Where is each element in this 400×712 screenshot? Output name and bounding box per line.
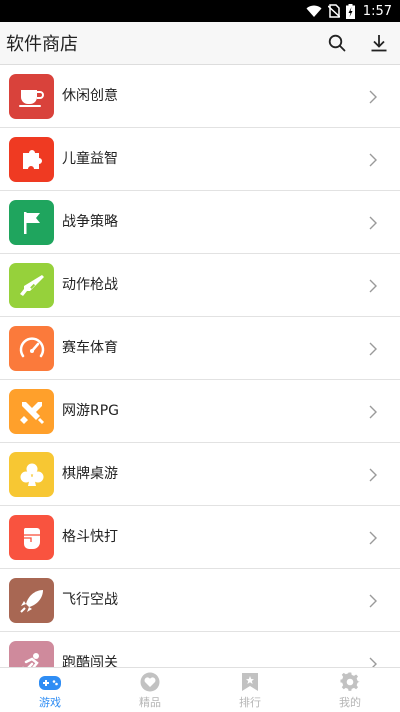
tab-label: 游戏 — [39, 696, 61, 709]
status-time: 1:57 — [362, 3, 392, 19]
category-label: 跑酷闯关 — [62, 655, 118, 667]
category-icon — [9, 137, 54, 182]
status-bar: 1:57 — [0, 0, 400, 22]
chevron-right-icon — [369, 657, 377, 667]
search-icon — [328, 34, 346, 52]
coffee-cup-icon — [18, 89, 44, 107]
chevron-right-icon — [369, 468, 377, 482]
tab-label: 精品 — [139, 696, 161, 709]
category-icon — [9, 326, 54, 371]
club-icon — [20, 463, 43, 486]
category-label: 战争策略 — [62, 214, 118, 230]
category-item-parkour[interactable]: 跑酷闯关 — [0, 632, 400, 667]
chevron-right-icon — [369, 153, 377, 167]
search-button[interactable] — [316, 22, 358, 65]
category-item-rpg[interactable]: 网游RPG — [0, 380, 400, 443]
category-item-fighting[interactable]: 格斗快打 — [0, 506, 400, 569]
category-icon — [9, 578, 54, 623]
category-label: 儿童益智 — [62, 151, 118, 167]
category-label: 赛车体育 — [62, 340, 118, 356]
ranking-bookmark-icon — [242, 673, 258, 691]
chevron-right-icon — [369, 342, 377, 356]
category-item-flight[interactable]: 飞行空战 — [0, 569, 400, 632]
category-list: 休闲创意 儿童益智 战争策略 动作枪战 赛车体育 网游RPG 棋牌桌游 格斗快打… — [0, 65, 400, 667]
rocket-icon — [19, 589, 43, 613]
category-icon — [9, 641, 54, 667]
no-sim-icon — [327, 4, 340, 18]
category-item-strategy[interactable]: 战争策略 — [0, 191, 400, 254]
category-icon — [9, 200, 54, 245]
gamepad-icon — [39, 676, 61, 690]
category-label: 飞行空战 — [62, 592, 118, 608]
tab-games[interactable]: 游戏 — [0, 668, 100, 712]
puzzle-icon — [22, 149, 42, 169]
chevron-right-icon — [369, 405, 377, 419]
category-item-shooter[interactable]: 动作枪战 — [0, 254, 400, 317]
download-button[interactable] — [358, 22, 400, 65]
download-icon — [371, 35, 387, 52]
crossed-swords-icon — [19, 401, 44, 424]
chevron-right-icon — [369, 279, 377, 293]
chevron-right-icon — [369, 216, 377, 230]
rifle-icon — [19, 274, 44, 296]
chevron-right-icon — [369, 90, 377, 104]
category-label: 棋牌桌游 — [62, 466, 118, 482]
heart-icon — [140, 672, 160, 692]
category-item-casual[interactable]: 休闲创意 — [0, 65, 400, 128]
page-title: 软件商店 — [6, 34, 78, 55]
runner-icon — [21, 652, 39, 667]
tab-mine[interactable]: 我的 — [300, 668, 400, 712]
category-icon — [9, 389, 54, 434]
category-label: 网游RPG — [62, 403, 120, 419]
tab-label: 排行 — [239, 696, 261, 709]
tab-ranking[interactable]: 排行 — [200, 668, 300, 712]
wifi-icon — [306, 5, 322, 18]
chevron-right-icon — [369, 594, 377, 608]
category-label: 格斗快打 — [62, 529, 118, 545]
category-item-kids[interactable]: 儿童益智 — [0, 128, 400, 191]
category-item-racing[interactable]: 赛车体育 — [0, 317, 400, 380]
bottom-tab-bar: 游戏 精品 排行 我的 — [0, 667, 400, 712]
flag-icon — [23, 211, 40, 234]
category-icon — [9, 452, 54, 497]
tab-featured[interactable]: 精品 — [100, 668, 200, 712]
category-label: 休闲创意 — [62, 88, 118, 104]
category-icon — [9, 74, 54, 119]
category-label: 动作枪战 — [62, 277, 118, 293]
app-bar: 软件商店 — [0, 22, 400, 65]
speedometer-icon — [19, 336, 44, 357]
fist-icon — [23, 527, 40, 549]
settings-gear-icon — [340, 672, 360, 691]
battery-charging-icon — [345, 3, 355, 19]
chevron-right-icon — [369, 531, 377, 545]
category-icon — [9, 263, 54, 308]
tab-label: 我的 — [339, 696, 361, 709]
category-icon — [9, 515, 54, 560]
category-item-board[interactable]: 棋牌桌游 — [0, 443, 400, 506]
